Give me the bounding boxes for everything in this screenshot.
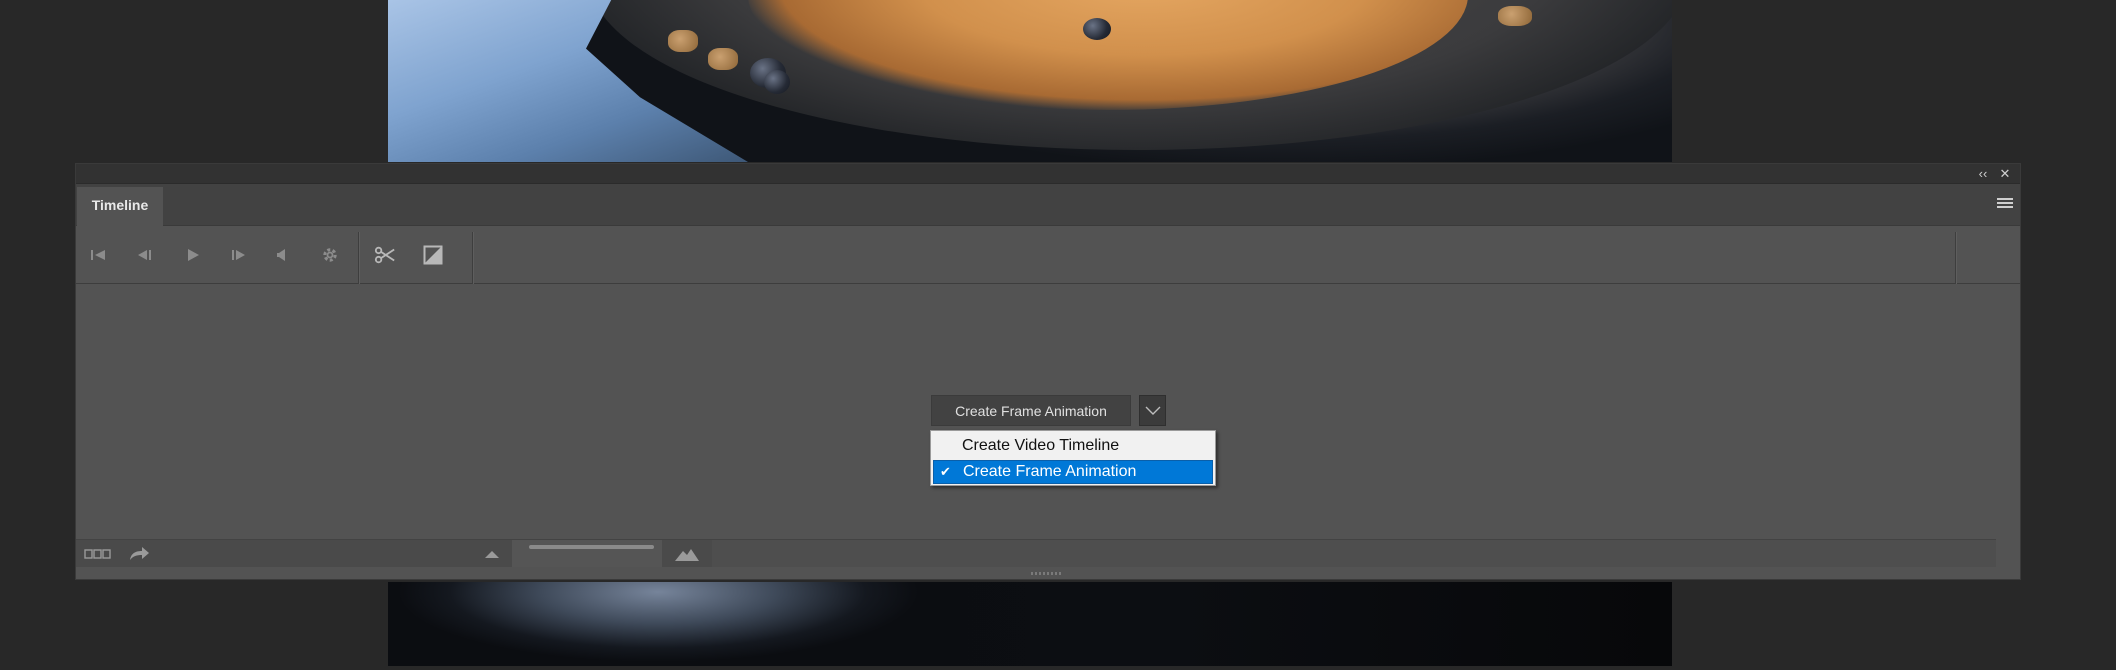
create-frame-animation-button[interactable]: Create Frame Animation [931,395,1131,426]
play-icon[interactable] [182,244,204,266]
close-panel-icon[interactable]: ✕ [1996,165,2014,183]
convert-to-frame-animation-icon[interactable] [84,544,112,564]
chevron-down-icon [1145,406,1160,415]
menu-item-label: Create Video Timeline [962,437,1120,454]
create-options-dropdown-button[interactable] [1139,395,1166,426]
collapse-panel-icon[interactable]: ‹‹ [1974,165,1992,183]
zoom-in-mountain-icon[interactable] [674,544,700,564]
toolbar-separator [472,232,473,284]
zoom-out-mountain-icon[interactable] [484,544,500,564]
zoom-slider-thumb[interactable] [529,545,654,549]
timeline-bottom-bar [76,539,1996,567]
walnut [708,48,738,70]
canvas-image-top [388,0,1672,162]
go-to-first-frame-icon[interactable] [88,244,110,266]
menu-item-create-video-timeline[interactable]: Create Video Timeline [933,434,1213,458]
timeline-panel: ‹‹ ✕ Timeline Create Frame Animation Cre… [75,163,2021,580]
timeline-content-area: Create Frame Animation Create Video Time… [76,284,2020,514]
timeline-toolbar [76,226,2020,284]
previous-frame-icon[interactable] [134,244,156,266]
checkmark-icon: ✔ [940,464,951,479]
panel-resize-handle[interactable] [76,567,2020,579]
tab-timeline[interactable]: Timeline [77,187,163,226]
next-frame-icon[interactable] [228,244,250,266]
canvas-image-bottom-shade [388,582,1672,666]
panel-tab-bar: Timeline [76,184,2020,226]
toolbar-separator [1955,232,1956,284]
timeline-scroll-area[interactable] [712,540,1996,567]
render-video-icon[interactable] [128,544,150,564]
transition-icon[interactable] [422,244,444,266]
berry [1083,18,1111,40]
panel-title-bar[interactable]: ‹‹ ✕ [76,164,2020,184]
walnut [1498,6,1532,26]
audio-mute-icon[interactable] [272,244,294,266]
settings-gear-icon[interactable] [319,244,341,266]
berry [764,70,790,94]
create-options-menu: Create Video Timeline ✔ Create Frame Ani… [930,430,1216,486]
walnut [668,30,698,52]
menu-item-create-frame-animation[interactable]: ✔ Create Frame Animation [933,460,1213,484]
grip-icon [1031,572,1061,575]
split-scissors-icon[interactable] [374,244,396,266]
panel-menu-icon[interactable] [1997,198,2013,210]
menu-item-label: Create Frame Animation [963,463,1137,480]
toolbar-separator [358,232,359,284]
